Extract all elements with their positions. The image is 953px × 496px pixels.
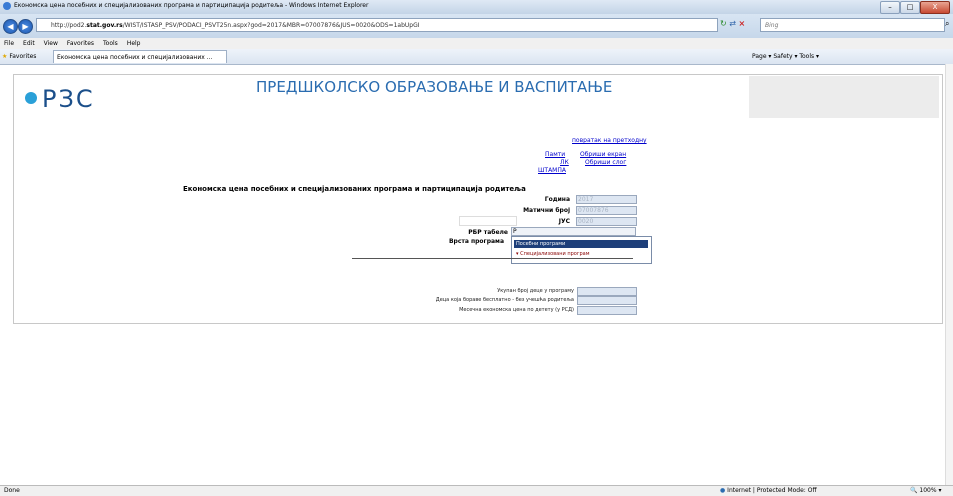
browser-tab[interactable]: Економска цена посебних и специјализован… [53,50,227,63]
rbr-field[interactable]: P [511,227,636,236]
total-children-field[interactable] [577,287,637,296]
year-label: Година [544,196,570,203]
maximize-button[interactable]: □ [900,1,920,14]
page-title: ПРЕДШКОЛСКО ОБРАЗОВАЊЕ И ВАСПИТАЊЕ [256,78,613,96]
back-link[interactable]: повратак на претходну [572,137,647,144]
close-button[interactable]: X [920,1,950,14]
clear-screen-link[interactable]: Обриши екран [580,151,626,158]
favorites-bar: ★ Favorites Економска цена посебних и сп… [0,49,953,65]
form-heading: Економска цена посебних и специјализован… [183,185,526,193]
globe-icon: ● [720,487,726,494]
status-bar: Done ● Internet | Protected Mode: Off 🔍 … [0,485,953,496]
jus-field[interactable]: 0020 [576,217,637,226]
free-children-field[interactable] [577,296,637,305]
option-specialized-program[interactable]: ▾ Специјализовани програм [516,251,589,257]
year-field[interactable]: 2017 [576,195,637,204]
save-link[interactable]: Памти [545,151,565,158]
mb-label: Матични број [523,207,570,214]
url-field[interactable]: http://pod2.stat.gov.rs/WIST/ISTASP_PSV/… [36,18,718,32]
search-input[interactable]: Bing [760,18,945,32]
rzs-logo: РЗС [22,82,132,116]
menu-help[interactable]: Help [127,40,141,47]
program-label: Врста програма [448,238,504,245]
monthly-cost-label: Месечна економска цена по детету (у РСД) [459,307,574,313]
mb-field[interactable]: 07007876 [576,206,637,215]
divider-line [352,258,633,259]
star-icon: ★ [2,53,8,60]
window-title-bar: Економска цена посебних и специјализован… [0,0,953,14]
vertical-scrollbar[interactable] [945,64,953,485]
free-children-label: Деца која бораве бесплатно - без учешћа … [435,297,574,303]
logo-text: РЗС [42,85,95,112]
url-actions[interactable]: ↻ ⇄ × [720,19,745,28]
ie-logo-icon [3,2,11,10]
back-icon[interactable]: ◀ [3,19,18,34]
header-gray-panel [749,76,939,118]
search-icon[interactable]: ⌕ [945,19,949,29]
compat-icon[interactable]: ⇄ [729,19,736,28]
menu-file[interactable]: File [4,40,14,47]
total-children-label: Укупан број деце у програму [497,288,574,294]
menu-tools[interactable]: Tools [103,40,118,47]
menu-favorites[interactable]: Favorites [67,40,94,47]
refresh-icon[interactable]: ↻ [720,19,727,28]
menu-view[interactable]: View [44,40,58,47]
favorites-button[interactable]: ★ Favorites [2,49,36,64]
stop-icon[interactable]: × [739,19,746,28]
window-title: Економска цена посебних и специјализован… [14,2,369,9]
monthly-cost-field[interactable] [577,306,637,315]
command-bar[interactable]: Page ▾ Safety ▾ Tools ▾ [752,49,819,64]
forward-icon[interactable]: ▶ [18,19,33,34]
delete-record-link[interactable]: Обриши слог [585,159,626,166]
menu-bar: File Edit View Favorites Tools Help [0,38,953,49]
print-link[interactable]: ШТАМПА [538,167,566,174]
address-bar-row: ◀ ▶ http://pod2.stat.gov.rs/WIST/ISTASP_… [0,14,953,38]
jus-label: ЈУС [558,218,570,225]
rbr-label: РБР табеле [468,229,508,236]
program-dropdown[interactable]: Посебни програми ▾ Специјализовани прогр… [511,236,652,264]
lk-link[interactable]: ЛК [560,159,569,166]
minimize-button[interactable]: – [880,1,900,14]
menu-edit[interactable]: Edit [23,40,35,47]
option-special-programs[interactable]: Посебни програми [514,240,648,248]
